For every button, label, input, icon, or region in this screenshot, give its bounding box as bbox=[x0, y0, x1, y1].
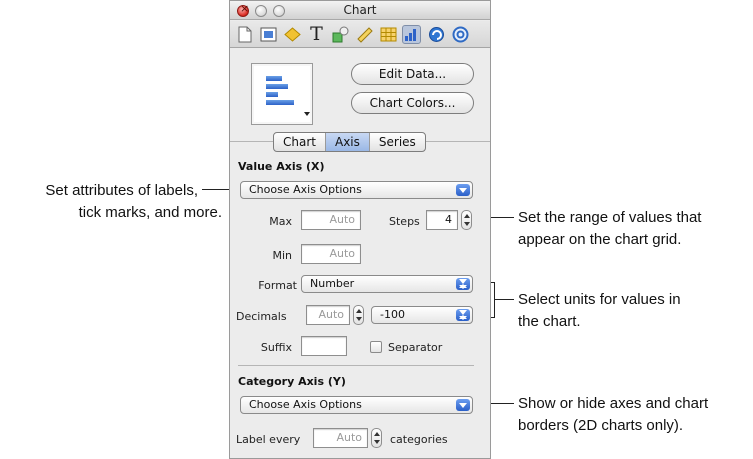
label-every-field[interactable]: Auto bbox=[313, 428, 368, 448]
callout-units-line2: the chart. bbox=[518, 313, 581, 330]
callout-axis-options-line2: tick marks, and more. bbox=[78, 204, 222, 221]
min-field[interactable]: Auto bbox=[301, 244, 361, 264]
chevron-down-icon bbox=[304, 112, 310, 116]
layout-icon[interactable] bbox=[259, 25, 278, 44]
category-axis-options-label: Choose Axis Options bbox=[249, 398, 362, 411]
chart-colors-button[interactable]: Chart Colors... bbox=[351, 92, 474, 114]
preview-bar bbox=[266, 76, 282, 81]
negative-format-value: -100 bbox=[380, 308, 405, 321]
categories-label: categories bbox=[390, 433, 448, 446]
callout-units-line1: Select units for values in bbox=[518, 291, 681, 308]
title-bar[interactable]: Chart bbox=[230, 1, 490, 20]
decimals-label: Decimals bbox=[236, 310, 287, 323]
callout-axis-options: Set attributes of labels, tick marks, an… bbox=[0, 180, 222, 224]
separator-checkbox[interactable] bbox=[370, 341, 382, 353]
callout-axes-line2: borders (2D charts only). bbox=[518, 417, 684, 434]
inspector-toolbar: T bbox=[230, 21, 490, 48]
window-title: Chart bbox=[343, 3, 377, 17]
callout-axes: Show or hide axes and chart borders (2D … bbox=[518, 393, 753, 437]
chart-inspector-window: Chart T bbox=[229, 0, 491, 459]
edit-data-button[interactable]: Edit Data... bbox=[351, 63, 474, 85]
text-icon[interactable]: T bbox=[307, 25, 326, 44]
shapes-icon[interactable] bbox=[331, 25, 350, 44]
suffix-label: Suffix bbox=[260, 341, 292, 354]
callout-units-bracket-vertical bbox=[494, 282, 495, 318]
separator-label: Separator bbox=[388, 341, 443, 354]
value-axis-options-popup[interactable]: Choose Axis Options bbox=[240, 181, 473, 199]
steps-label: Steps bbox=[389, 215, 420, 228]
updown-icon bbox=[456, 309, 470, 321]
callout-range-line1: Set the range of values that bbox=[518, 209, 702, 226]
label-every-label: Label every bbox=[236, 433, 301, 446]
value-axis-title: Value Axis (X) bbox=[238, 160, 325, 173]
tab-series[interactable]: Series bbox=[370, 133, 425, 151]
value-axis-options-label: Choose Axis Options bbox=[249, 183, 362, 196]
max-label: Max bbox=[269, 215, 292, 228]
callout-units: Select units for values in the chart. bbox=[518, 289, 753, 333]
preview-bar bbox=[266, 100, 294, 105]
chevron-down-icon bbox=[456, 184, 470, 196]
callout-axes-line1: Show or hide axes and chart bbox=[518, 395, 709, 412]
callout-range-line2: appear on the chart grid. bbox=[518, 231, 682, 248]
min-label: Min bbox=[272, 249, 292, 262]
preview-bar bbox=[266, 84, 288, 89]
suffix-field[interactable] bbox=[301, 336, 347, 356]
chart-type-selector[interactable] bbox=[251, 63, 313, 125]
section-divider bbox=[238, 365, 474, 366]
document-icon[interactable] bbox=[235, 25, 254, 44]
callout-axis-options-line1: Set attributes of labels, bbox=[45, 182, 198, 199]
steps-stepper[interactable] bbox=[461, 210, 472, 230]
steps-field[interactable]: 4 bbox=[426, 210, 458, 230]
callout-range: Set the range of values that appear on t… bbox=[518, 207, 753, 251]
tab-chart[interactable]: Chart bbox=[274, 133, 326, 151]
quicktime-icon[interactable] bbox=[451, 25, 470, 44]
graphic-icon[interactable] bbox=[283, 25, 302, 44]
tab-axis[interactable]: Axis bbox=[325, 133, 370, 151]
ruler-icon[interactable] bbox=[355, 25, 374, 44]
preview-bar bbox=[266, 92, 278, 97]
updown-icon bbox=[456, 278, 470, 290]
chart-icon[interactable] bbox=[402, 25, 421, 44]
category-axis-options-popup[interactable]: Choose Axis Options bbox=[240, 396, 473, 414]
chevron-down-icon bbox=[456, 399, 470, 411]
format-popup[interactable]: Number bbox=[301, 275, 473, 293]
label-every-stepper[interactable] bbox=[371, 428, 382, 448]
hyperlink-icon[interactable] bbox=[427, 25, 446, 44]
decimals-field[interactable]: Auto bbox=[306, 305, 350, 325]
format-label: Format bbox=[258, 279, 297, 292]
max-field[interactable]: Auto bbox=[301, 210, 361, 230]
callout-units-leader bbox=[494, 299, 514, 300]
inspector-tabs: Chart Axis Series bbox=[273, 132, 426, 152]
format-value: Number bbox=[310, 277, 355, 290]
table-icon[interactable] bbox=[379, 25, 398, 44]
decimals-stepper[interactable] bbox=[353, 305, 364, 325]
category-axis-title: Category Axis (Y) bbox=[238, 375, 346, 388]
negative-format-popup[interactable]: -100 bbox=[371, 306, 473, 324]
